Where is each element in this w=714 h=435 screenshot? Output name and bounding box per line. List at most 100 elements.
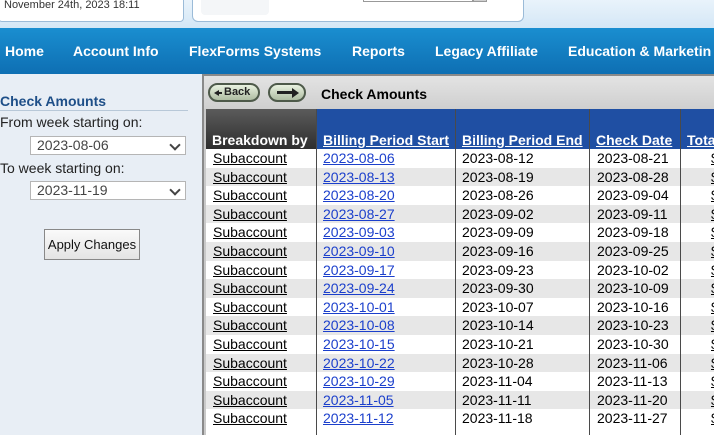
check-date-cell: 2023-10-09 [597,280,669,297]
billing-period-start-link[interactable]: 2023-11-05 [323,392,394,408]
check-amounts-table: Breakdown by Billing Period Start Billin… [206,109,714,435]
table-row: Subaccount 2023-11-12 2023-11-18 2023-11-27… [206,409,714,428]
nav-education-marketing[interactable]: Education & Marketin [568,43,711,59]
billing-period-start-link[interactable]: 2023-10-29 [323,373,395,389]
billing-period-start-link[interactable]: 2023-08-20 [323,187,395,203]
col-total[interactable]: Tota [681,109,714,149]
billing-period-start-link[interactable]: 2023-08-06 [323,150,395,166]
billing-period-start-link[interactable]: 2023-10-22 [323,355,395,371]
main-nav: Home Account Info FlexForms Systems Repo… [0,28,714,74]
check-date-cell: 2023-10-23 [597,317,669,334]
breakdown-cell[interactable]: Subaccount [213,299,287,315]
billing-period-start-link[interactable]: 2023-10-08 [323,317,395,333]
sort-total-link[interactable]: Tota [687,132,714,148]
breakdown-cell[interactable]: Subaccount [213,150,287,166]
check-date-cell: 2023-10-30 [597,336,669,352]
billing-period-start-link[interactable]: 2023-09-03 [323,224,395,240]
report-toolbar: Back Check Amounts [204,76,714,109]
column-divider [589,109,590,435]
billing-period-end-cell: 2023-10-07 [462,298,534,315]
logo-area [192,0,524,22]
col-billing-period-start[interactable]: Billing Period Start [317,109,455,149]
breakdown-cell[interactable]: Subaccount [213,317,287,333]
breakdown-cell[interactable]: Subaccount [213,373,287,389]
sort-billing-period-start-link[interactable]: Billing Period Start [323,132,449,148]
nav-home[interactable]: Home [5,43,44,59]
back-label: Back [224,86,251,98]
table-row: Subaccount 2023-10-08 2023-10-14 2023-10-23… [206,316,714,335]
nav-flexforms-systems[interactable]: FlexForms Systems [189,43,321,59]
column-divider [316,109,317,435]
check-date-cell: 2023-09-04 [597,187,669,204]
sort-billing-period-end-link[interactable]: Billing Period End [462,132,583,148]
arrow-left-icon-bar [218,92,222,94]
billing-period-start-link[interactable]: 2023-09-24 [323,280,395,296]
table-row: Subaccount 2023-08-20 2023-08-26 2023-09-04… [206,186,714,205]
billing-period-start-link[interactable]: 2023-08-13 [323,169,395,185]
breakdown-cell[interactable]: Subaccount [213,262,287,278]
current-date: November 24th, 2023 18:11 [4,0,140,11]
panel-title: Check Amounts [0,93,107,109]
back-button[interactable]: Back [208,83,260,102]
breakdown-cell[interactable]: Subaccount [213,355,287,371]
header-search-button[interactable] [473,0,487,2]
from-week-label: From week starting on: [0,114,143,130]
table-row: Subaccount 2023-08-06 2023-08-12 2023-08-21… [206,149,714,168]
filter-panel: Check Amounts From week starting on: 202… [0,74,202,435]
breakdown-cell[interactable]: Subaccount [213,187,287,203]
check-date-cell: 2023-09-11 [597,205,668,222]
table-row: Subaccount 2023-10-22 2023-10-28 2023-11-06… [206,353,714,373]
billing-period-start-link[interactable]: 2023-09-17 [323,262,395,278]
chevron-down-icon [169,184,181,196]
divider [0,110,188,111]
apply-changes-button[interactable]: Apply Changes [44,229,140,260]
billing-period-end-cell: 2023-11-04 [462,373,533,390]
billing-period-end-cell: 2023-09-23 [462,261,534,278]
billing-period-end-cell: 2023-09-02 [462,205,534,222]
billing-period-start-link[interactable]: 2023-11-12 [323,410,394,426]
table-row: Subaccount 2023-09-24 2023-09-30 2023-10-09… [206,279,714,298]
check-date-cell: 2023-08-28 [597,168,669,185]
top-banner: November 24th, 2023 18:11 [0,0,714,28]
breakdown-cell[interactable]: Subaccount [213,280,287,296]
nav-legacy-affiliate[interactable]: Legacy Affiliate [435,43,538,59]
breakdown-cell[interactable]: Subaccount [213,243,287,259]
report-frame: Back Check Amounts Breakdown by Billing … [202,74,714,435]
check-date-cell: 2023-11-20 [597,391,668,408]
table-row: Subaccount 2023-08-27 2023-09-02 2023-09-11… [206,204,714,224]
logo [201,0,269,15]
col-check-date[interactable]: Check Date [590,109,680,149]
breakdown-cell[interactable]: Subaccount [213,169,287,185]
nav-reports[interactable]: Reports [352,43,405,59]
forward-button[interactable] [268,83,306,102]
billing-period-start-link[interactable]: 2023-09-10 [323,243,395,259]
table-row: Subaccount 2023-09-17 2023-09-23 2023-10-02… [206,261,714,280]
arrow-right-icon-bar [277,91,293,94]
billing-period-end-cell: 2023-08-19 [462,168,534,185]
column-divider [680,109,681,435]
check-date-cell: 2023-10-16 [597,298,669,315]
billing-period-start-link[interactable]: 2023-08-27 [323,206,395,222]
to-week-select[interactable]: 2023-11-19 [30,181,186,200]
col-billing-period-end[interactable]: Billing Period End [456,109,589,149]
header-search-input[interactable] [363,0,473,2]
column-divider [455,109,456,435]
from-week-select[interactable]: 2023-08-06 [30,136,186,155]
breakdown-cell[interactable]: Subaccount [213,336,287,352]
billing-period-end-cell: 2023-10-28 [462,354,534,371]
sort-check-date-link[interactable]: Check Date [596,132,672,148]
breakdown-cell[interactable]: Subaccount [213,410,287,426]
breakdown-cell[interactable]: Subaccount [213,224,287,240]
billing-period-start-link[interactable]: 2023-10-15 [323,336,395,352]
breakdown-cell[interactable]: Subaccount [213,206,287,222]
check-date-cell: 2023-09-25 [597,243,669,259]
table-row: Subaccount 2023-09-10 2023-09-16 2023-09-25… [206,242,714,261]
check-date-cell: 2023-11-06 [597,354,668,371]
billing-period-end-cell: 2023-09-16 [462,243,534,259]
billing-period-start-link[interactable]: 2023-10-01 [323,299,395,315]
breakdown-cell[interactable]: Subaccount [213,392,287,408]
date-box: November 24th, 2023 18:11 [0,0,184,22]
billing-period-end-cell: 2023-08-26 [462,187,534,204]
check-date-cell: 2023-09-18 [597,224,669,241]
nav-account-info[interactable]: Account Info [73,43,159,59]
